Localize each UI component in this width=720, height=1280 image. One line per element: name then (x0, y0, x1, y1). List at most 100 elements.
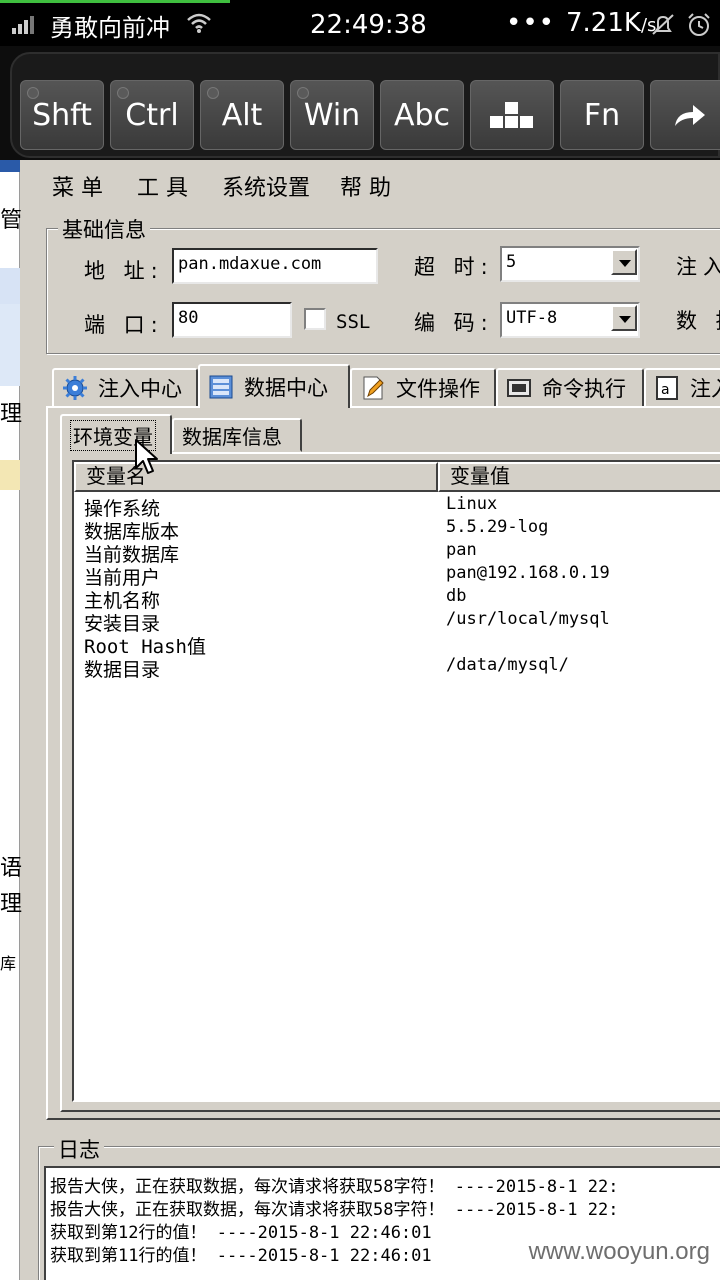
numpad-key[interactable] (470, 80, 554, 150)
timeout-value: 5 (506, 252, 517, 272)
row-value: db (446, 586, 467, 606)
tab-database-info[interactable]: 数据库信息 (172, 418, 302, 452)
row-value: /data/mysql/ (446, 655, 569, 675)
fn-key-label: Fn (583, 97, 621, 133)
alt-key[interactable]: Alt (200, 80, 284, 150)
abc-key[interactable]: Abc (380, 80, 464, 150)
dropdown-arrow-icon[interactable] (611, 305, 637, 331)
ctrl-led (117, 87, 129, 99)
shift-key-label: Shft (32, 97, 92, 133)
selected-row-fragment (0, 304, 20, 386)
status-bar: 勇敢向前冲 22:49:38 ••• 7.21K/s (0, 0, 720, 50)
log-line: 获取到第12行的值！ ----2015-8-1 22:46:01 (50, 1223, 432, 1243)
win-led (297, 87, 309, 99)
shift-key[interactable]: Shft (20, 80, 104, 150)
log-title: 日志 (54, 1134, 104, 1164)
network-speed: 7.21K/s (566, 8, 656, 38)
gear-icon (63, 376, 87, 400)
env-variables-table: 变量名 变量值 操作系统 Linux 数据库版本 5.5.29-log 当前数据… (72, 460, 720, 1102)
shift-led (27, 87, 39, 99)
ssl-label: SSL (336, 311, 371, 333)
app-window: 管 理 语 理 库 菜 单 工 具 系统设置 帮 助 基础信息 地 址: pan… (0, 160, 720, 1280)
table-row[interactable]: 安装目录 /usr/local/mysql (74, 609, 720, 635)
svg-text:a: a (661, 382, 670, 398)
numpad-icon (490, 102, 533, 128)
edge-char: 理 (0, 402, 23, 427)
tab-data-center[interactable]: 数据中心 (198, 364, 350, 408)
tab-file-operations-label: 文件操作 (396, 377, 480, 401)
ssl-checkbox[interactable] (304, 308, 326, 330)
row-value: Linux (446, 494, 498, 514)
tab-injection-center-label: 注入中心 (98, 377, 182, 401)
tab-command-exec[interactable]: 命令执行 (496, 368, 644, 408)
dropdown-arrow-icon[interactable] (611, 249, 637, 275)
encoding-label: 编 码: (414, 311, 494, 335)
abc-key-label: Abc (393, 97, 451, 133)
timeout-label: 超 时: (414, 255, 494, 279)
database-icon (209, 375, 233, 399)
timeout-select[interactable]: 5 (500, 246, 640, 282)
basic-info-title: 基础信息 (58, 214, 150, 244)
row-value: pan@192.168.0.19 (446, 563, 610, 583)
mouse-cursor-icon (135, 439, 158, 474)
row-value: pan (446, 540, 477, 560)
highlight-fragment (0, 460, 20, 490)
network-speed-value: 7.21K (566, 8, 641, 38)
terminal-icon (507, 379, 531, 397)
alt-key-label: Alt (221, 97, 263, 133)
tab-database-info-label: 数据库信息 (182, 424, 282, 449)
table-row[interactable]: 数据目录 /data/mysql/ (74, 655, 720, 681)
table-row[interactable]: 数据库版本 5.5.29-log (74, 517, 720, 543)
edge-char: 语 (0, 856, 23, 881)
table-row[interactable]: 主机名称 db (74, 586, 720, 612)
table-row[interactable]: 操作系统 Linux (74, 494, 720, 520)
forward-key[interactable] (650, 80, 720, 150)
win-key-label: Win (303, 97, 361, 133)
address-label: 地 址: (84, 259, 164, 283)
port-input[interactable]: 80 (172, 302, 292, 338)
row-value: 5.5.29-log (446, 517, 549, 537)
edit-file-icon (363, 376, 384, 400)
modifier-key-bar-panel: Shft Ctrl Alt Win Abc Fn (10, 52, 720, 158)
table-row[interactable]: 当前数据库 pan (74, 540, 720, 566)
clock: 22:49:38 (310, 10, 427, 40)
modifier-key-bar: Shft Ctrl Alt Win Abc Fn (0, 46, 720, 160)
edge-char: 理 (0, 892, 23, 917)
table-row[interactable]: Root Hash值 (74, 632, 720, 658)
carrier-name: 勇敢向前冲 (50, 14, 170, 42)
edge-char: 管 (0, 208, 23, 233)
tab-command-exec-label: 命令执行 (542, 377, 626, 401)
ctrl-key-label: Ctrl (125, 97, 179, 133)
column-header-value[interactable]: 变量值 (438, 462, 720, 492)
tab-injection-center[interactable]: 注入中心 (52, 368, 198, 408)
signal-icon (12, 14, 38, 34)
win-key[interactable]: Win (290, 80, 374, 150)
alarm-icon (688, 13, 710, 36)
progress-line (0, 0, 230, 3)
menu-item-menu[interactable]: 菜 单 (52, 170, 103, 202)
bell-muted-icon (652, 14, 674, 35)
column-header-name[interactable]: 变量名 (74, 462, 438, 492)
menu-item-help[interactable]: 帮 助 (340, 170, 391, 202)
menu-item-tools[interactable]: 工 具 (137, 170, 188, 202)
log-line: 报告大侠，正在获取数据，每次请求将获取58字符！ ----2015-8-1 22… (50, 1177, 619, 1197)
tab-injection-more-label: 注入 (690, 377, 720, 401)
tab-injection-more[interactable]: a 注入 (644, 368, 720, 408)
ctrl-key[interactable]: Ctrl (110, 80, 194, 150)
log-line: 报告大侠，正在获取数据，每次请求将获取58字符！ ----2015-8-1 22… (50, 1200, 619, 1220)
row-name: 数据目录 (84, 659, 161, 681)
table-row[interactable]: 当前用户 pan@192.168.0.19 (74, 563, 720, 589)
fn-key[interactable]: Fn (560, 80, 644, 150)
encoding-value: UTF-8 (506, 308, 558, 328)
table-header: 变量名 变量值 (74, 462, 720, 492)
wifi-icon (187, 13, 211, 33)
watermark: www.wooyun.org (528, 1238, 710, 1265)
background-window-edge: 管 理 语 理 库 (0, 160, 22, 1280)
address-input[interactable]: pan.mdaxue.com (172, 248, 378, 284)
forward-arrow-icon (675, 105, 705, 126)
encoding-select[interactable]: UTF-8 (500, 302, 640, 338)
menu-item-settings[interactable]: 系统设置 (222, 170, 310, 202)
port-label: 端 口: (84, 313, 164, 337)
tab-file-operations[interactable]: 文件操作 (350, 368, 496, 408)
data-label: 数 挑 (676, 309, 720, 333)
